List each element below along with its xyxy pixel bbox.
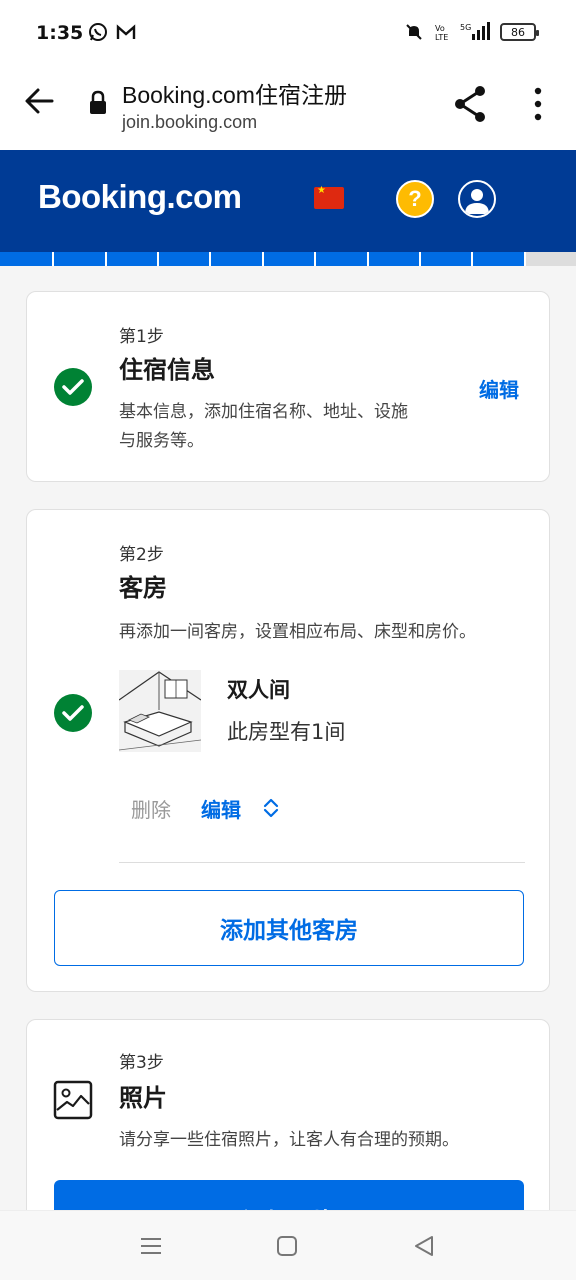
status-indicators: Vo LTE 5G 86 <box>404 22 539 42</box>
progress-segment-divider <box>52 252 55 266</box>
progress-segment-divider <box>471 252 474 266</box>
add-room-button[interactable]: 添加其他客房 <box>54 890 524 966</box>
step-title: 住宿信息 <box>119 356 215 384</box>
battery-icon: 86 <box>500 23 539 41</box>
step-title: 照片 <box>119 1084 167 1112</box>
back-arrow-icon[interactable] <box>22 84 56 118</box>
progress-segment-divider <box>314 252 317 266</box>
back-triangle-icon[interactable] <box>410 1231 440 1261</box>
room-name: 双人间 <box>227 678 290 702</box>
mute-icon <box>406 24 422 40</box>
svg-text:Vo: Vo <box>435 24 445 33</box>
china-flag-icon[interactable] <box>314 185 344 209</box>
status-time: 1:35 <box>36 22 84 44</box>
menu-icon[interactable] <box>136 1231 166 1261</box>
divider <box>119 862 525 863</box>
step-label: 第3步 <box>119 1053 164 1073</box>
whatsapp-icon <box>89 23 107 41</box>
step-description: 基本信息，添加住宿名称、地址、设施 与服务等。 <box>119 398 408 456</box>
booking-header: Booking.com ? <box>0 150 576 254</box>
photo-icon <box>53 1080 93 1120</box>
delete-room-link[interactable]: 删除 <box>131 794 171 823</box>
lock-icon[interactable] <box>88 90 108 116</box>
booking-logo[interactable]: Booking.com <box>38 178 242 216</box>
battery-level: 86 <box>511 25 525 39</box>
room-thumbnail <box>119 670 201 752</box>
step-description: 请分享一些住宿照片，让客人有合理的预期。 <box>119 1130 459 1150</box>
gmail-icon <box>116 24 136 39</box>
svg-text:5G: 5G <box>460 23 471 32</box>
step-title: 客房 <box>119 574 167 602</box>
step-label: 第2步 <box>119 545 164 565</box>
signal-icon: 5G <box>460 22 490 40</box>
svg-text:LTE: LTE <box>435 33 448 42</box>
edit-room-link[interactable]: 编辑 <box>201 794 241 823</box>
progress-segment-divider <box>104 252 107 266</box>
progress-segment-divider <box>209 252 212 266</box>
step-label: 第1步 <box>119 327 164 347</box>
check-icon <box>54 368 92 406</box>
chevron-expand-icon[interactable] <box>261 796 281 820</box>
step-description-line: 与服务等。 <box>119 431 204 451</box>
share-icon[interactable] <box>452 84 488 124</box>
progress-segment-divider <box>366 252 369 266</box>
system-navigation-bar <box>0 1210 576 1280</box>
progress-bar <box>0 252 576 266</box>
more-options-icon[interactable] <box>528 86 548 122</box>
step-card-property-info: 第1步 住宿信息 基本信息，添加住宿名称、地址、设施 与服务等。 编辑 <box>26 291 550 482</box>
progress-segment-divider <box>418 252 421 266</box>
page-title: Booking.com住宿注册 <box>122 82 347 108</box>
progress-segment-divider <box>261 252 264 266</box>
notification-icons <box>88 22 136 42</box>
account-icon[interactable] <box>458 180 496 218</box>
progress-segment-divider <box>157 252 160 266</box>
home-icon[interactable] <box>272 1231 302 1261</box>
status-bar: 1:35 Vo LTE 5G 86 <box>0 0 576 66</box>
edit-link[interactable]: 编辑 <box>479 374 519 403</box>
page-url[interactable]: join.booking.com <box>122 112 257 133</box>
help-button[interactable]: ? <box>396 180 434 218</box>
step-description-line: 基本信息，添加住宿名称、地址、设施 <box>119 402 408 422</box>
volte-icon: Vo LTE <box>435 24 448 42</box>
progress-segment-divider <box>523 252 526 266</box>
step-description: 再添加一间客房，设置相应布局、床型和房价。 <box>119 622 476 642</box>
browser-toolbar: Booking.com住宿注册 join.booking.com <box>0 66 576 150</box>
step-card-rooms: 第2步 客房 再添加一间客房，设置相应布局、床型和房价。 双人间 此房型有1间 … <box>26 509 550 992</box>
check-icon <box>54 694 92 732</box>
room-count: 此房型有1间 <box>227 720 346 744</box>
